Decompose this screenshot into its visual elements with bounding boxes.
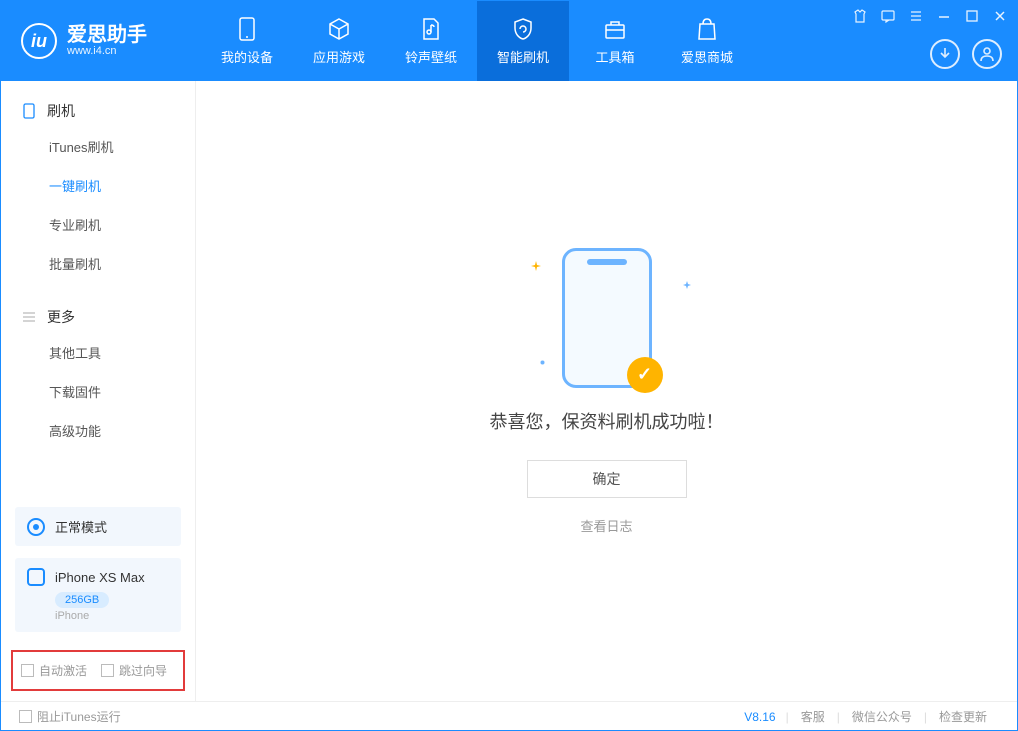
sidebar-section-more: 更多 其他工具 下载固件 高级功能 bbox=[1, 287, 195, 454]
main-content: ✓ 恭喜您，保资料刷机成功啦！ 确定 查看日志 bbox=[196, 81, 1017, 701]
checkbox-icon bbox=[21, 664, 34, 677]
checkbox-icon bbox=[101, 664, 114, 677]
option-label: 自动激活 bbox=[39, 662, 87, 679]
sidebar-section-flash: 刷机 iTunes刷机 一键刷机 专业刷机 批量刷机 bbox=[1, 81, 195, 287]
mode-icon bbox=[27, 518, 45, 536]
success-message: 恭喜您，保资料刷机成功啦！ bbox=[490, 408, 724, 434]
sparkle-icon bbox=[683, 281, 689, 287]
sidebar-item-advanced[interactable]: 高级功能 bbox=[1, 411, 195, 450]
close-button[interactable] bbox=[991, 7, 1009, 25]
shirt-icon[interactable] bbox=[851, 7, 869, 25]
logo-area: iu 爱思助手 www.i4.cn bbox=[1, 23, 201, 59]
sidebar-head-more: 更多 bbox=[1, 301, 195, 333]
app-footer: 阻止iTunes运行 V8.16 | 客服 | 微信公众号 | 检查更新 bbox=[1, 701, 1017, 731]
success-badge-icon: ✓ bbox=[627, 357, 663, 393]
footer-link-support[interactable]: 客服 bbox=[801, 708, 825, 725]
tab-label: 智能刷机 bbox=[497, 47, 549, 66]
app-logo-icon: iu bbox=[21, 23, 57, 59]
sidebar-item-batch-flash[interactable]: 批量刷机 bbox=[1, 244, 195, 283]
toolbox-icon bbox=[603, 17, 627, 41]
separator: | bbox=[924, 710, 927, 724]
app-subtitle: www.i4.cn bbox=[67, 45, 147, 57]
block-itunes-option[interactable]: 阻止iTunes运行 bbox=[19, 708, 121, 725]
tab-store[interactable]: 爱思商城 bbox=[661, 1, 753, 81]
bag-icon bbox=[695, 17, 719, 41]
tab-label: 铃声壁纸 bbox=[405, 47, 457, 66]
view-log-link[interactable]: 查看日志 bbox=[580, 516, 632, 535]
logo-text: 爱思助手 www.i4.cn bbox=[67, 25, 147, 57]
feedback-icon[interactable] bbox=[879, 7, 897, 25]
option-skip-wizard[interactable]: 跳过向导 bbox=[101, 662, 167, 679]
footer-link-update[interactable]: 检查更新 bbox=[939, 708, 987, 725]
app-body: 刷机 iTunes刷机 一键刷机 专业刷机 批量刷机 更多 其他工具 下载固件 … bbox=[1, 81, 1017, 701]
tab-ringtone-wallpaper[interactable]: 铃声壁纸 bbox=[385, 1, 477, 81]
tab-apps-games[interactable]: 应用游戏 bbox=[293, 1, 385, 81]
sidebar-item-itunes-flash[interactable]: iTunes刷机 bbox=[1, 127, 195, 166]
device-capacity: 256GB bbox=[55, 592, 109, 608]
sidebar-item-pro-flash[interactable]: 专业刷机 bbox=[1, 205, 195, 244]
sparkle-icon bbox=[531, 261, 537, 267]
header-actions bbox=[930, 39, 1002, 69]
ok-button[interactable]: 确定 bbox=[527, 460, 687, 498]
version-label: V8.16 bbox=[744, 710, 775, 724]
tab-smart-flash[interactable]: 智能刷机 bbox=[477, 1, 569, 81]
sidebar-item-other-tools[interactable]: 其他工具 bbox=[1, 333, 195, 372]
section-title: 刷机 bbox=[47, 101, 75, 121]
option-label: 跳过向导 bbox=[119, 662, 167, 679]
mode-box[interactable]: 正常模式 bbox=[15, 507, 181, 546]
device-type: iPhone bbox=[55, 610, 169, 622]
tab-label: 工具箱 bbox=[595, 47, 634, 66]
separator: | bbox=[786, 710, 789, 724]
list-icon bbox=[21, 309, 37, 325]
menu-icon[interactable] bbox=[907, 7, 925, 25]
section-title: 更多 bbox=[47, 307, 75, 327]
user-button[interactable] bbox=[972, 39, 1002, 69]
device-phone-icon bbox=[27, 568, 45, 586]
minimize-button[interactable] bbox=[935, 7, 953, 25]
tab-label: 应用游戏 bbox=[313, 47, 365, 66]
tab-my-device[interactable]: 我的设备 bbox=[201, 1, 293, 81]
shield-refresh-icon bbox=[511, 17, 535, 41]
download-button[interactable] bbox=[930, 39, 960, 69]
sidebar-item-oneclick-flash[interactable]: 一键刷机 bbox=[1, 166, 195, 205]
sidebar-head-flash: 刷机 bbox=[1, 95, 195, 127]
device-icon bbox=[235, 17, 259, 41]
main-tabs: 我的设备 应用游戏 铃声壁纸 智能刷机 工具箱 爱思商城 bbox=[201, 1, 753, 81]
options-row: 自动激活 跳过向导 bbox=[11, 650, 185, 691]
separator: | bbox=[837, 710, 840, 724]
footer-link-wechat[interactable]: 微信公众号 bbox=[852, 708, 912, 725]
music-file-icon bbox=[419, 17, 443, 41]
checkbox-icon bbox=[19, 710, 32, 723]
device-name: iPhone XS Max bbox=[55, 570, 145, 585]
cube-icon bbox=[327, 17, 351, 41]
block-itunes-label: 阻止iTunes运行 bbox=[37, 708, 121, 725]
mode-label: 正常模式 bbox=[55, 517, 107, 536]
phone-icon bbox=[21, 103, 37, 119]
sidebar-item-download-firmware[interactable]: 下载固件 bbox=[1, 372, 195, 411]
phone-illustration: ✓ bbox=[562, 248, 652, 388]
app-header: iu 爱思助手 www.i4.cn 我的设备 应用游戏 铃声壁纸 智能刷机 工具… bbox=[1, 1, 1017, 81]
app-title: 爱思助手 bbox=[67, 25, 147, 45]
window-controls bbox=[851, 7, 1009, 25]
device-box[interactable]: iPhone XS Max 256GB iPhone bbox=[15, 558, 181, 632]
tab-label: 爱思商城 bbox=[681, 47, 733, 66]
sidebar: 刷机 iTunes刷机 一键刷机 专业刷机 批量刷机 更多 其他工具 下载固件 … bbox=[1, 81, 196, 701]
sparkle-icon bbox=[539, 359, 545, 365]
tab-toolbox[interactable]: 工具箱 bbox=[569, 1, 661, 81]
option-auto-activate[interactable]: 自动激活 bbox=[21, 662, 87, 679]
maximize-button[interactable] bbox=[963, 7, 981, 25]
tab-label: 我的设备 bbox=[221, 47, 273, 66]
